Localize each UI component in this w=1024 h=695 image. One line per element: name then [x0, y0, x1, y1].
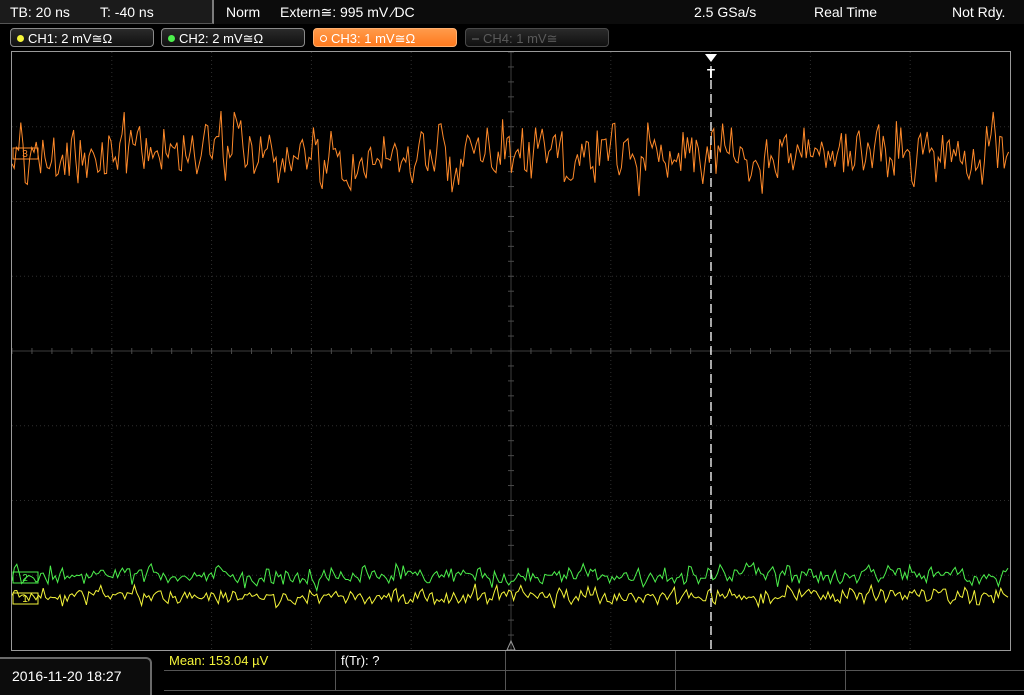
traces [12, 110, 1010, 609]
channel-2-trace [12, 561, 1009, 593]
measurement-panel[interactable]: Mean: 153.04 µV f(Tr): ? [164, 651, 1024, 695]
channel-2-button[interactable]: CH2: 2 mV≅Ω [161, 28, 305, 47]
channel-1-marker-label: 1 [22, 594, 28, 605]
channel-4-button[interactable]: CH4: 1 mV≅ [465, 28, 609, 47]
channel-1-trace [12, 583, 1009, 609]
channel-4-label: CH4: 1 mV≅ [483, 31, 558, 46]
channel-3-trace [12, 110, 1010, 197]
channel-1-dot-icon [17, 35, 24, 42]
acquisition-mode: Real Time [814, 4, 878, 20]
acquisition-state: Not Rdy. [952, 4, 1006, 20]
trigger-mode[interactable]: Norm [226, 0, 260, 24]
sample-rate: 2.5 GSa/s [694, 4, 757, 20]
channel-3-label: CH3: 1 mV≅Ω [331, 31, 416, 46]
trigger-source[interactable]: Extern≅: 995 mV ∕DC [280, 0, 415, 24]
measurement-slot-4[interactable] [676, 651, 846, 671]
channel-2-label: CH2: 2 mV≅Ω [179, 31, 264, 46]
channel-4-dash-icon [472, 38, 479, 40]
channel-2-marker-label: 2 [22, 573, 28, 584]
channel-bar: CH1: 2 mV≅Ω CH2: 2 mV≅Ω CH3: 1 mV≅Ω CH4:… [0, 24, 1024, 50]
date-time: 2016-11-20 18:27 [0, 657, 152, 695]
channel-1-button[interactable]: CH1: 2 mV≅Ω [10, 28, 154, 47]
bottom-bar: 2016-11-20 18:27 Mean: 153.04 µV f(Tr): … [0, 651, 1024, 695]
trigger-position-marker-icon[interactable] [705, 54, 717, 62]
frequency-measurement[interactable]: f(Tr): ? [336, 651, 506, 671]
timebase-value: TB: 20 ns [10, 4, 70, 20]
measurement-slot-6[interactable] [164, 671, 336, 691]
measurement-slot-10[interactable] [846, 671, 1024, 691]
channel-2-offset-marker[interactable]: 2 [12, 571, 39, 584]
measurement-slot-5[interactable] [846, 651, 1024, 671]
channel-2-dot-icon [168, 35, 175, 42]
measurement-slot-7[interactable] [336, 671, 506, 691]
measurement-slot-8[interactable] [506, 671, 676, 691]
channel-1-offset-marker[interactable]: 1 [12, 592, 39, 605]
channel-3-button[interactable]: CH3: 1 mV≅Ω [313, 28, 457, 47]
measurement-slot-3[interactable] [506, 651, 676, 671]
measurement-slot-9[interactable] [676, 671, 846, 691]
channel-3-marker-label: 3 [22, 149, 28, 160]
channel-1-label: CH1: 2 mV≅Ω [28, 31, 113, 46]
trigger-marker-label: T [707, 66, 715, 81]
trigger-offset: T: -40 ns [100, 4, 154, 20]
waveform-display[interactable]: T 3 2 1 [11, 51, 1011, 651]
status-bar: TB: 20 ns T: -40 ns Norm Extern≅: 995 mV… [0, 0, 1024, 24]
waveform-canvas: T 3 2 1 [12, 52, 1010, 650]
timebase-box[interactable]: TB: 20 ns T: -40 ns [0, 0, 214, 24]
mean-measurement[interactable]: Mean: 153.04 µV [164, 651, 336, 671]
channel-3-dot-icon [320, 35, 327, 42]
